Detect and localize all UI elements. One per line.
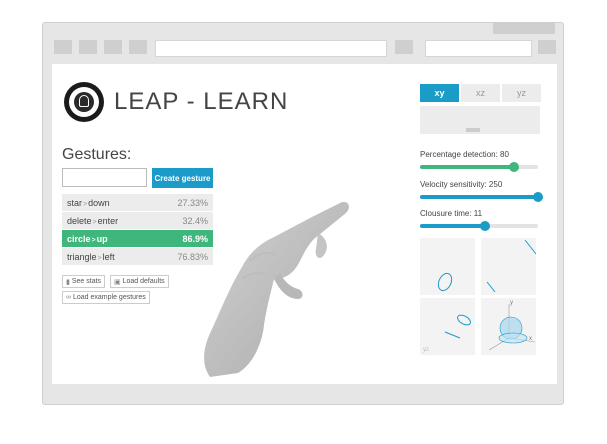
view-yz: yz — [420, 298, 475, 355]
gesture-from: star — [67, 197, 83, 208]
menu-button[interactable] — [538, 40, 556, 54]
forward-button[interactable] — [79, 40, 97, 54]
slider-fill — [420, 165, 515, 169]
address-bar[interactable] — [155, 40, 387, 57]
y-axis-label: y — [510, 300, 513, 306]
tab-xy[interactable]: xy — [420, 84, 459, 102]
home-button[interactable] — [129, 40, 147, 54]
velocity-sensitivity-label: Velocity sensitivity: 250 — [420, 180, 503, 189]
hand-illustration — [204, 201, 349, 377]
reload-button[interactable] — [104, 40, 122, 54]
gesture-separator: > — [91, 236, 96, 244]
projection-panel — [420, 106, 540, 134]
closure-time-label: Clousure time: 11 — [420, 209, 483, 218]
x-axis-label: x — [529, 336, 532, 342]
view-xz — [481, 238, 536, 295]
browser-tab[interactable] — [493, 22, 555, 34]
university-logo — [64, 82, 104, 122]
gesture-to: enter — [97, 215, 119, 226]
tab-yz[interactable]: yz — [502, 84, 541, 102]
gesture-to: left — [102, 251, 115, 262]
view-xy — [420, 238, 475, 295]
disk-icon: ▣ — [114, 278, 121, 286]
gesture-separator: > — [97, 254, 102, 262]
see-stats-button[interactable]: ▮ See stats — [62, 275, 106, 288]
app-title: LEAP - LEARN — [114, 88, 289, 115]
gesture-to: up — [96, 233, 108, 244]
closure-time-slider[interactable] — [420, 221, 538, 231]
slider-knob[interactable] — [479, 221, 490, 231]
slider-fill — [420, 195, 538, 199]
gesture-to: down — [88, 197, 110, 208]
slider-knob[interactable] — [533, 192, 543, 202]
gesture-separator: > — [92, 218, 97, 226]
link-icon: ∞ — [66, 294, 71, 301]
load-example-gestures-button[interactable]: ∞ Load example gestures — [62, 291, 150, 304]
load-defaults-button[interactable]: ▣ Load defaults — [110, 275, 169, 288]
gesture-separator: > — [83, 200, 88, 208]
create-gesture-button[interactable]: Create gesture — [152, 168, 213, 188]
browser-search-bar[interactable] — [425, 40, 532, 57]
gesture-from: triangle — [67, 251, 97, 262]
panel-handle[interactable] — [466, 128, 480, 132]
lightbulb-icon — [79, 95, 89, 107]
percentage-detection-label: Percentage detection: 80 — [420, 150, 509, 159]
back-button[interactable] — [54, 40, 72, 54]
percentage-detection-slider[interactable] — [420, 162, 538, 172]
gesture-from: circle — [67, 233, 91, 244]
gestures-heading: Gestures: — [62, 146, 132, 163]
velocity-sensitivity-slider[interactable] — [420, 192, 543, 202]
view-3d: y x — [481, 298, 536, 355]
slider-fill — [420, 224, 485, 228]
yz-view-label: yz — [423, 347, 429, 353]
tab-xz[interactable]: xz — [461, 84, 500, 102]
bookmark-button[interactable] — [395, 40, 413, 54]
gesture-name-input[interactable] — [62, 168, 147, 187]
bar-chart-icon: ▮ — [66, 278, 70, 286]
gesture-from: delete — [67, 215, 92, 226]
